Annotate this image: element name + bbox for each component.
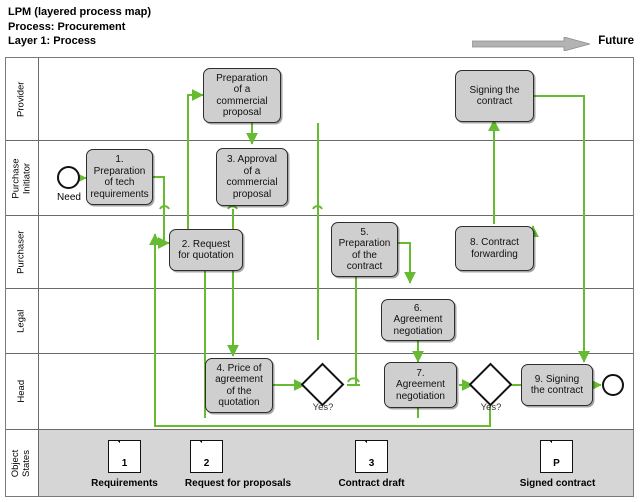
node-provider-commercial-proposal[interactable]: Preparation of a commercial proposal <box>203 68 281 123</box>
lane-header-provider: Provider <box>6 58 39 140</box>
lane-label-legal: Legal <box>15 309 27 333</box>
node-6-agreement-negotiation[interactable]: 6. Agreement negotiation <box>381 299 455 341</box>
start-event-label: Need <box>57 192 81 203</box>
end-event[interactable] <box>602 374 624 396</box>
page-fold-icon <box>109 441 120 452</box>
lane-label-purchase-initiator: Purchase Initiator <box>10 157 33 199</box>
gateway-price-approved-label: Yes? <box>312 402 334 413</box>
lane-purchaser: Purchaser <box>6 216 633 289</box>
lane-label-object-states: Object States <box>10 449 33 477</box>
object-state-label-3: Contract draft <box>338 478 405 489</box>
node-5-preparation-of-contract[interactable]: 5. Preparation of the contract <box>331 222 398 277</box>
object-state-marker-3: 3 <box>368 458 375 469</box>
node-7-agreement-negotiation[interactable]: 7. Agreement negotiation <box>384 362 457 408</box>
object-state-icon-1[interactable]: 1 <box>108 440 141 473</box>
page-title: LPM (layered process map) Process: Procur… <box>8 6 152 47</box>
object-state-label-4: Signed contract <box>519 478 596 489</box>
lane-header-legal: Legal <box>6 289 39 353</box>
object-state-marker-1: 1 <box>121 458 128 469</box>
start-event-need[interactable] <box>57 166 80 189</box>
node-9-signing-the-contract[interactable]: 9. Signing the contract <box>521 364 593 406</box>
swimlane-container: Provider Purchase Initiator Purchaser Leg… <box>5 57 634 497</box>
object-state-icon-2[interactable]: 2 <box>190 440 223 473</box>
page-fold-icon <box>541 441 552 452</box>
lpm-diagram: LPM (layered process map) Process: Procur… <box>0 0 640 502</box>
node-1-preparation-tech-requirements[interactable]: 1. Preparation of tech requirements <box>86 149 153 205</box>
page-fold-icon <box>356 441 367 452</box>
lane-label-purchaser: Purchaser <box>15 230 27 274</box>
node-4-price-of-agreement[interactable]: 4. Price of agreement of the quotation <box>205 358 273 413</box>
object-state-icon-4[interactable]: P <box>540 440 573 473</box>
object-state-icon-3[interactable]: 3 <box>355 440 388 473</box>
lane-header-object-states: Object States <box>6 430 39 496</box>
lane-provider: Provider <box>6 58 633 141</box>
node-provider-signing-contract[interactable]: Signing the contract <box>455 70 534 122</box>
lane-header-head: Head <box>6 354 39 429</box>
lane-legal: Legal <box>6 289 633 354</box>
lane-body-provider <box>39 58 633 140</box>
lane-label-head: Head <box>15 380 27 403</box>
future-label: Future <box>598 35 634 47</box>
node-2-request-for-quotation[interactable]: 2. Request for quotation <box>169 229 243 271</box>
object-state-marker-2: 2 <box>203 458 210 469</box>
future-arrow-icon <box>472 37 590 51</box>
gateway-agreement-approved-label: Yes? <box>480 402 502 413</box>
node-3-approval-commercial-proposal[interactable]: 3. Approval of a commercial proposal <box>216 148 288 206</box>
object-state-marker-4: P <box>553 458 560 469</box>
page-fold-icon <box>191 441 202 452</box>
node-8-contract-forwarding[interactable]: 8. Contract forwarding <box>455 226 534 271</box>
lane-label-provider: Provider <box>15 81 27 117</box>
lane-header-purchase-initiator: Purchase Initiator <box>6 141 39 215</box>
lane-body-legal <box>39 289 633 353</box>
lane-header-purchaser: Purchaser <box>6 216 39 288</box>
